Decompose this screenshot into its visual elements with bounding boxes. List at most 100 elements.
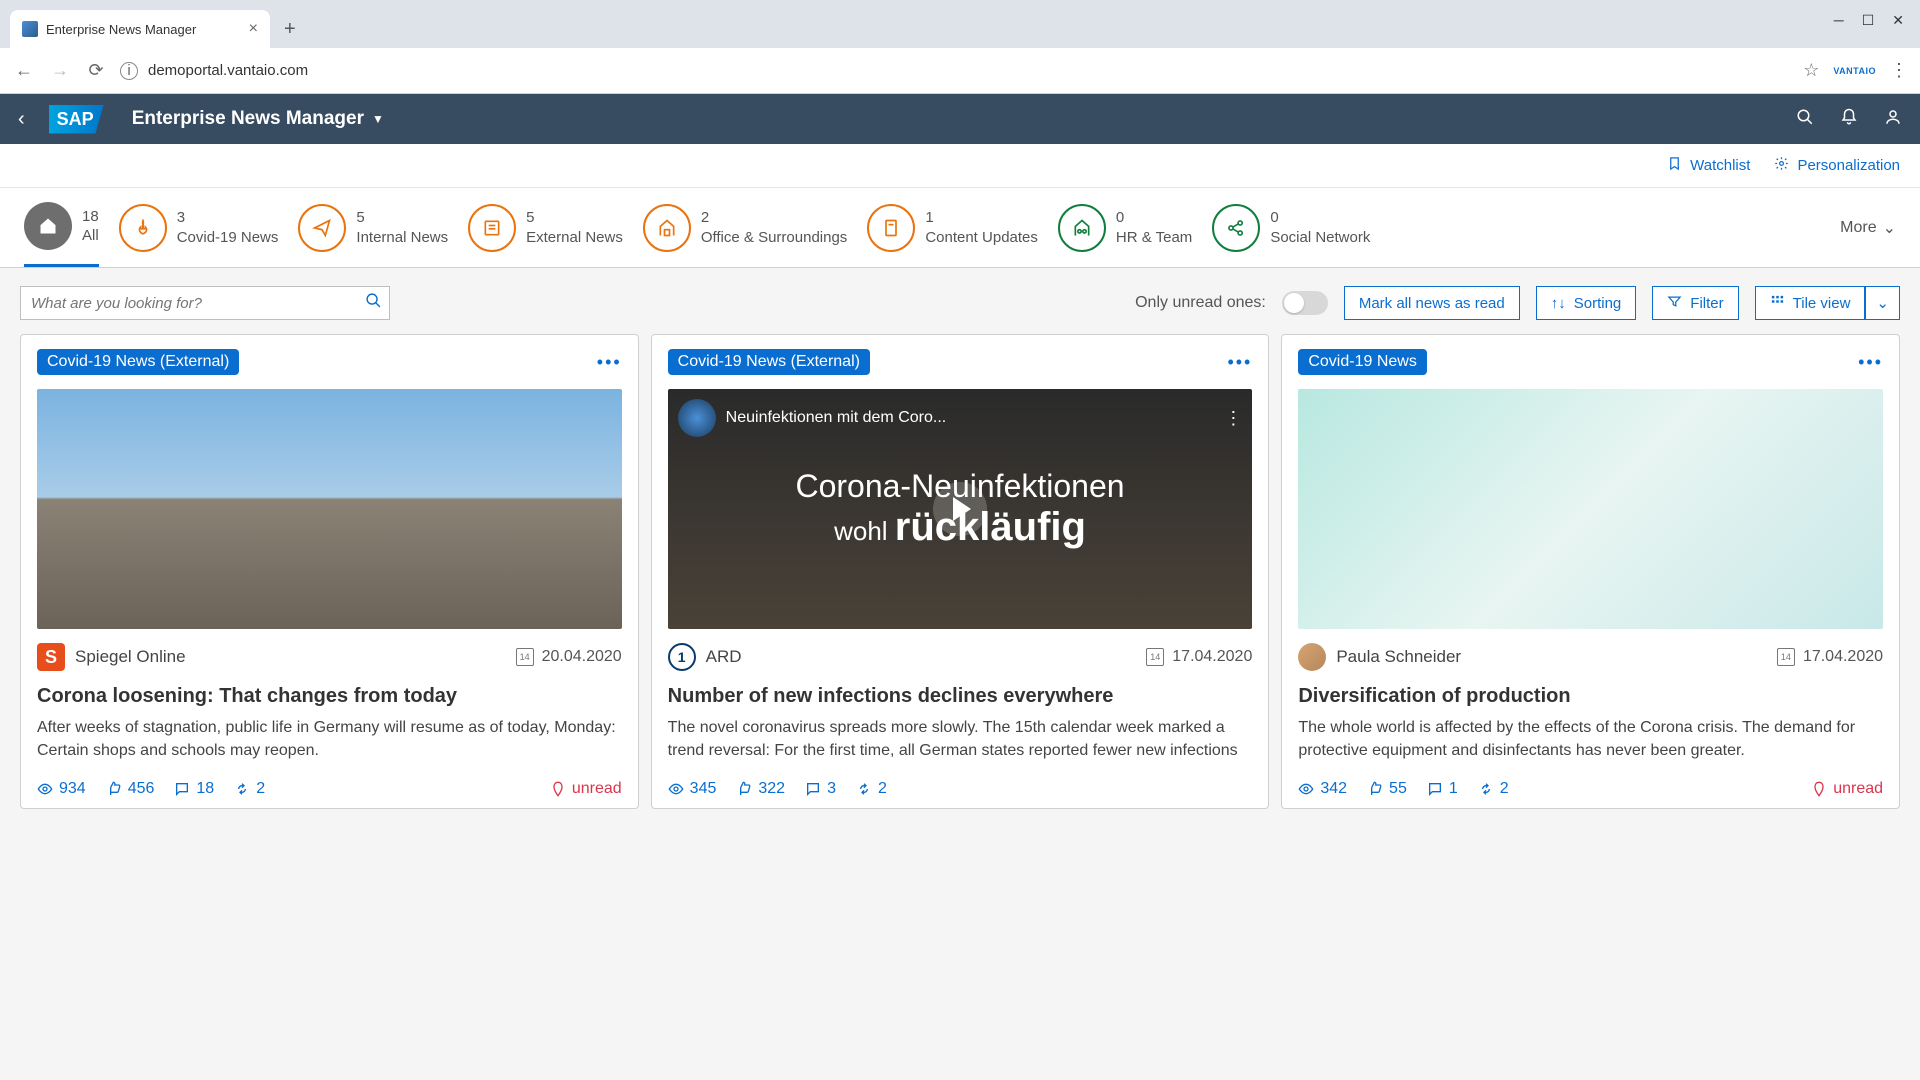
bell-icon[interactable] [1840, 108, 1858, 131]
category-all[interactable]: 18All [24, 202, 99, 267]
card-category-tag[interactable]: Covid-19 News [1298, 349, 1426, 375]
site-info-icon[interactable]: i [120, 62, 138, 80]
likes-stat[interactable]: 456 [106, 780, 155, 798]
bookmark-star-icon[interactable]: ☆ [1803, 60, 1819, 81]
app-back-icon[interactable]: ‹ [18, 108, 25, 131]
more-label: More [1840, 219, 1876, 237]
unread-toggle-label: Only unread ones: [1135, 294, 1266, 312]
chevron-down-icon: ⌄ [1876, 294, 1889, 312]
mark-all-read-button[interactable]: Mark all news as read [1344, 286, 1520, 320]
browser-menu-icon[interactable]: ⋮ [1890, 60, 1908, 81]
card-title[interactable]: Number of new infections declines everyw… [668, 685, 1253, 708]
card-menu-icon[interactable]: ••• [1858, 352, 1883, 373]
gear-icon [1774, 156, 1789, 175]
favicon [22, 21, 38, 37]
view-dropdown[interactable]: ⌄ [1865, 286, 1900, 320]
play-button-icon[interactable] [933, 482, 987, 536]
search-field[interactable] [20, 286, 390, 320]
card-date: 14 17.04.2020 [1777, 648, 1883, 666]
likes-stat[interactable]: 322 [736, 780, 785, 798]
url-text[interactable]: demoportal.vantaio.com [148, 62, 308, 79]
cat-count: 0 [1116, 208, 1192, 228]
chevron-down-icon: ⌄ [1883, 218, 1896, 238]
cat-count: 2 [701, 208, 847, 228]
user-icon[interactable] [1884, 108, 1902, 131]
search-icon[interactable] [365, 292, 382, 314]
card-date: 14 20.04.2020 [516, 648, 622, 666]
card-image[interactable] [37, 389, 622, 629]
document-icon [867, 204, 915, 252]
source-icon: S [37, 643, 65, 671]
window-maximize-icon[interactable]: ☐ [1862, 12, 1875, 29]
shares-stat[interactable]: 2 [234, 780, 265, 798]
tab-close-icon[interactable]: × [249, 20, 258, 38]
card-title[interactable]: Corona loosening: That changes from toda… [37, 685, 622, 708]
card-description: The whole world is affected by the effec… [1298, 716, 1883, 762]
cat-label: Covid-19 News [177, 228, 279, 248]
likes-stat[interactable]: 55 [1367, 780, 1407, 798]
card-category-tag[interactable]: Covid-19 News (External) [668, 349, 870, 375]
card-menu-icon[interactable]: ••• [597, 352, 622, 373]
source-name: Spiegel Online [75, 647, 186, 667]
calendar-icon: 14 [1777, 648, 1795, 666]
window-minimize-icon[interactable]: ─ [1834, 12, 1844, 29]
browser-tab[interactable]: Enterprise News Manager × [10, 10, 270, 48]
newspaper-icon [468, 204, 516, 252]
category-covid[interactable]: 3Covid-19 News [119, 204, 279, 266]
app-title-dropdown[interactable]: Enterprise News Manager ▼ [132, 108, 384, 130]
sorting-button[interactable]: ↑↓Sorting [1536, 286, 1637, 320]
news-cards-container: Covid-19 News (External) ••• S Spiegel O… [0, 334, 1920, 829]
views-stat[interactable]: 345 [668, 780, 717, 798]
comments-stat[interactable]: 3 [805, 780, 836, 798]
news-card: Covid-19 News (External) ••• Neuinfektio… [651, 334, 1270, 809]
filter-button[interactable]: Filter [1652, 286, 1738, 320]
search-input[interactable] [20, 286, 390, 320]
nav-forward-icon[interactable]: → [48, 60, 72, 81]
views-stat[interactable]: 934 [37, 780, 86, 798]
card-source[interactable]: S Spiegel Online [37, 643, 186, 671]
search-icon[interactable] [1796, 108, 1814, 131]
category-social[interactable]: 0Social Network [1212, 204, 1370, 266]
unread-badge[interactable]: unread [1811, 780, 1883, 798]
unread-badge[interactable]: unread [550, 780, 622, 798]
card-category-tag[interactable]: Covid-19 News (External) [37, 349, 239, 375]
comments-stat[interactable]: 18 [174, 780, 214, 798]
nav-reload-icon[interactable]: ⟳ [84, 60, 108, 81]
category-content[interactable]: 1Content Updates [867, 204, 1038, 266]
nav-back-icon[interactable]: ← [12, 60, 36, 81]
new-tab-button[interactable]: + [270, 10, 310, 48]
category-office[interactable]: 2Office & Surroundings [643, 204, 847, 266]
personalization-link[interactable]: Personalization [1774, 156, 1900, 175]
card-menu-icon[interactable]: ••• [1227, 352, 1252, 373]
card-description: After weeks of stagnation, public life i… [37, 716, 622, 762]
author-avatar [1298, 643, 1326, 671]
watchlist-link[interactable]: Watchlist [1667, 156, 1750, 175]
video-menu-icon[interactable]: ⋮ [1224, 408, 1242, 429]
chevron-down-icon: ▼ [372, 112, 384, 126]
categories-more[interactable]: More ⌄ [1840, 218, 1896, 238]
comments-stat[interactable]: 1 [1427, 780, 1458, 798]
views-stat[interactable]: 342 [1298, 780, 1347, 798]
category-internal[interactable]: 5Internal News [298, 204, 448, 266]
shares-stat[interactable]: 2 [1478, 780, 1509, 798]
card-image[interactable] [1298, 389, 1883, 629]
sort-icon: ↑↓ [1551, 295, 1566, 312]
shares-stat[interactable]: 2 [856, 780, 887, 798]
category-bar: 18All 3Covid-19 News 5Internal News 5Ext… [0, 188, 1920, 268]
cat-label: HR & Team [1116, 228, 1192, 248]
unread-toggle[interactable] [1282, 291, 1328, 315]
window-close-icon[interactable]: ✕ [1892, 12, 1904, 29]
card-date: 14 17.04.2020 [1146, 648, 1252, 666]
card-video[interactable]: Neuinfektionen mit dem Coro... ⋮ Corona-… [668, 389, 1253, 629]
extension-badge[interactable]: VANTAIO [1833, 66, 1876, 76]
card-source[interactable]: 1 ARD [668, 643, 742, 671]
tile-view-button[interactable]: Tile view [1755, 286, 1866, 320]
personalization-label: Personalization [1797, 157, 1900, 174]
card-description: The novel coronavirus spreads more slowl… [668, 716, 1253, 762]
flame-icon [119, 204, 167, 252]
category-external[interactable]: 5External News [468, 204, 623, 266]
building-icon [643, 204, 691, 252]
card-source[interactable]: Paula Schneider [1298, 643, 1461, 671]
card-title[interactable]: Diversification of production [1298, 685, 1883, 708]
category-hr[interactable]: 0HR & Team [1058, 204, 1192, 266]
